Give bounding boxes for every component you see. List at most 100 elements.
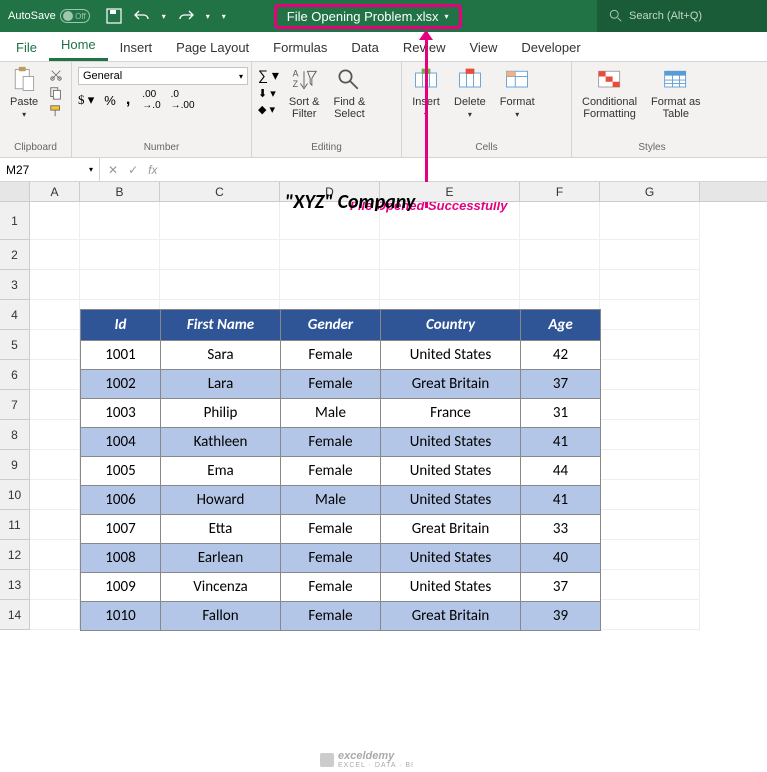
redo-dropdown-icon[interactable]: ▾ <box>206 12 210 21</box>
row-header[interactable]: 12 <box>0 540 30 570</box>
table-cell[interactable]: Female <box>281 428 381 457</box>
cut-icon[interactable] <box>48 68 64 82</box>
save-icon[interactable] <box>106 8 122 24</box>
table-cell[interactable]: Etta <box>161 515 281 544</box>
cell[interactable] <box>380 270 520 300</box>
table-cell[interactable]: Fallon <box>161 602 281 631</box>
tab-view[interactable]: View <box>457 34 509 61</box>
table-cell[interactable]: 1001 <box>81 341 161 370</box>
table-cell[interactable]: Female <box>281 341 381 370</box>
table-cell[interactable]: Female <box>281 544 381 573</box>
tab-developer[interactable]: Developer <box>509 34 592 61</box>
find-select-button[interactable]: Find & Select <box>329 64 369 122</box>
cell[interactable] <box>600 540 700 570</box>
row-header[interactable]: 3 <box>0 270 30 300</box>
tab-insert[interactable]: Insert <box>108 34 165 61</box>
table-cell[interactable]: United States <box>381 486 521 515</box>
format-as-table-button[interactable]: Format as Table <box>647 64 705 122</box>
copy-icon[interactable] <box>48 86 64 100</box>
fx-icon[interactable]: fx <box>148 163 157 177</box>
cell[interactable] <box>600 202 700 240</box>
table-cell[interactable]: United States <box>381 457 521 486</box>
cell[interactable] <box>30 202 80 240</box>
table-cell[interactable]: Great Britain <box>381 370 521 399</box>
cell[interactable] <box>30 270 80 300</box>
row-header[interactable]: 9 <box>0 450 30 480</box>
paste-button[interactable]: Paste ▾ <box>6 64 42 121</box>
table-cell[interactable]: 1008 <box>81 544 161 573</box>
delete-button[interactable]: Delete▾ <box>450 64 490 121</box>
table-cell[interactable]: 41 <box>521 486 601 515</box>
table-cell[interactable]: Great Britain <box>381 515 521 544</box>
table-cell[interactable]: 1002 <box>81 370 161 399</box>
table-cell[interactable]: 1003 <box>81 399 161 428</box>
cell[interactable] <box>30 600 80 630</box>
decrease-decimal-icon[interactable]: .0→.00 <box>171 89 195 111</box>
toggle-switch[interactable]: Off <box>60 9 90 23</box>
cell[interactable] <box>160 240 280 270</box>
cell[interactable] <box>30 240 80 270</box>
table-cell[interactable]: United States <box>381 341 521 370</box>
cell[interactable] <box>30 390 80 420</box>
cell[interactable] <box>30 480 80 510</box>
cell[interactable] <box>30 330 80 360</box>
cell[interactable] <box>520 270 600 300</box>
row-header[interactable]: 13 <box>0 570 30 600</box>
conditional-formatting-button[interactable]: Conditional Formatting <box>578 64 641 122</box>
cell[interactable] <box>600 360 700 390</box>
percent-icon[interactable]: % <box>104 93 116 108</box>
cell[interactable] <box>30 510 80 540</box>
row-header[interactable]: 11 <box>0 510 30 540</box>
cell[interactable] <box>30 540 80 570</box>
cell[interactable] <box>600 450 700 480</box>
cell[interactable] <box>380 240 520 270</box>
cell[interactable] <box>30 450 80 480</box>
cell[interactable] <box>80 270 160 300</box>
table-cell[interactable]: Sara <box>161 341 281 370</box>
redo-icon[interactable] <box>178 8 194 24</box>
autosum-icon[interactable]: ∑ ▾ <box>258 67 279 84</box>
qat-customize-icon[interactable]: ▾ <box>222 12 226 21</box>
row-header[interactable]: 1 <box>0 202 30 240</box>
table-cell[interactable]: Male <box>281 486 381 515</box>
select-all-corner[interactable] <box>0 182 30 201</box>
undo-dropdown-icon[interactable]: ▾ <box>162 12 166 21</box>
cell[interactable] <box>30 570 80 600</box>
table-cell[interactable]: 41 <box>521 428 601 457</box>
table-cell[interactable]: Female <box>281 573 381 602</box>
row-header[interactable]: 8 <box>0 420 30 450</box>
autosave-toggle[interactable]: AutoSave Off <box>0 9 98 23</box>
filename-dropdown-icon[interactable]: ▾ <box>444 12 448 21</box>
currency-icon[interactable]: $ ▾ <box>78 92 94 108</box>
table-cell[interactable]: Female <box>281 602 381 631</box>
cell[interactable] <box>600 330 700 360</box>
table-cell[interactable]: Female <box>281 515 381 544</box>
format-painter-icon[interactable] <box>48 104 64 118</box>
increase-decimal-icon[interactable]: .00→.0 <box>142 89 160 111</box>
tab-formulas[interactable]: Formulas <box>261 34 339 61</box>
tab-file[interactable]: File <box>4 34 49 61</box>
table-cell[interactable]: Ema <box>161 457 281 486</box>
cell[interactable] <box>600 240 700 270</box>
sort-filter-button[interactable]: AZ Sort & Filter <box>285 64 324 122</box>
table-cell[interactable]: Male <box>281 399 381 428</box>
table-cell[interactable]: 33 <box>521 515 601 544</box>
cell[interactable] <box>600 420 700 450</box>
comma-icon[interactable]: , <box>126 91 130 109</box>
table-cell[interactable]: Howard <box>161 486 281 515</box>
table-cell[interactable]: 1004 <box>81 428 161 457</box>
cell[interactable] <box>280 270 380 300</box>
table-cell[interactable]: 1010 <box>81 602 161 631</box>
row-header[interactable]: 4 <box>0 300 30 330</box>
cell[interactable] <box>30 360 80 390</box>
clear-icon[interactable]: ◆ ▾ <box>258 103 279 116</box>
table-cell[interactable]: United States <box>381 544 521 573</box>
table-cell[interactable]: Earlean <box>161 544 281 573</box>
table-cell[interactable]: 1006 <box>81 486 161 515</box>
table-cell[interactable]: France <box>381 399 521 428</box>
fill-icon[interactable]: ⬇ ▾ <box>258 87 279 100</box>
table-cell[interactable]: United States <box>381 428 521 457</box>
table-cell[interactable]: Lara <box>161 370 281 399</box>
cell[interactable] <box>600 510 700 540</box>
tab-home[interactable]: Home <box>49 31 108 61</box>
